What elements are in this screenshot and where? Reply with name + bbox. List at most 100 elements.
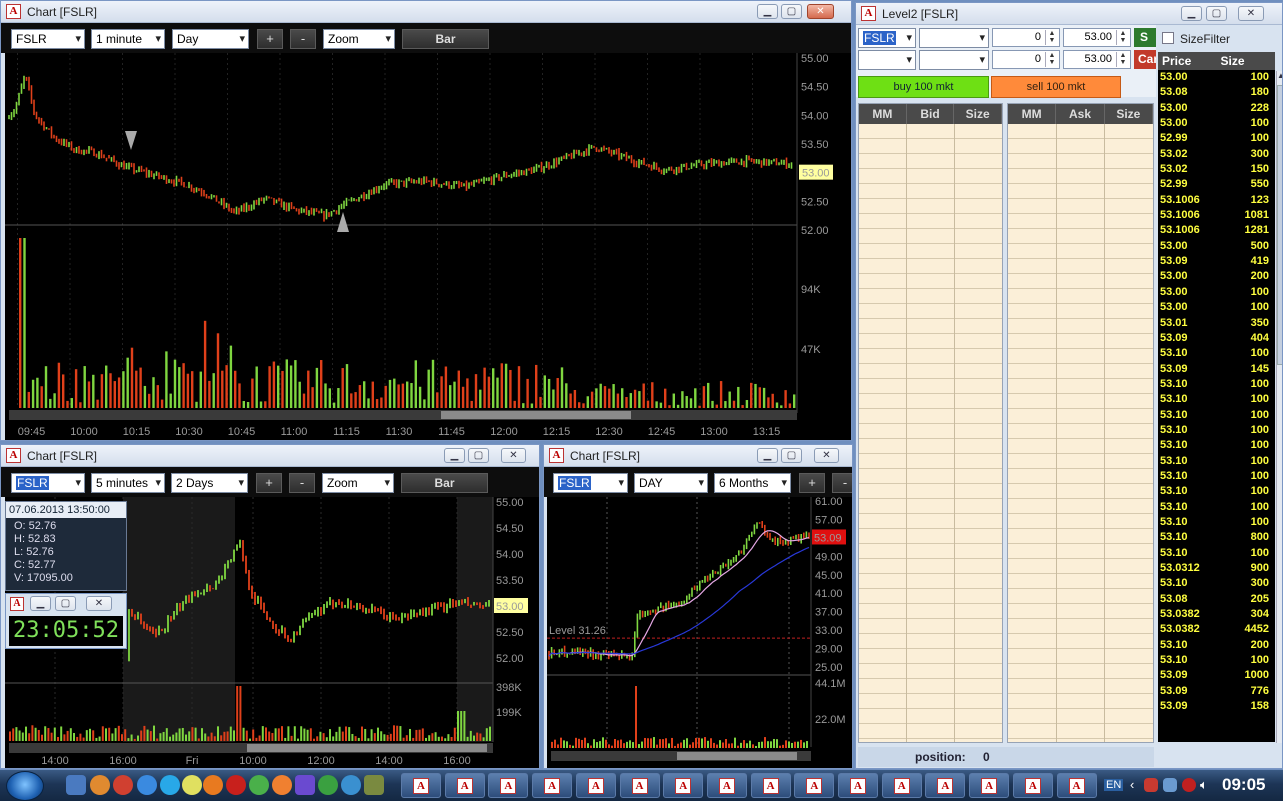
tape-row[interactable]: 53.09 404: [1158, 331, 1275, 346]
bid-rows[interactable]: [859, 124, 1002, 742]
tray-clock[interactable]: 09:05: [1222, 775, 1265, 795]
price-stepper[interactable]: 53.00 ▲ ▼: [1063, 28, 1131, 47]
level2-symbol-select[interactable]: FSLR: [858, 28, 916, 48]
tape-row[interactable]: 53.10 100: [1158, 546, 1275, 561]
tape-row[interactable]: 53.08 205: [1158, 592, 1275, 607]
ie-icon[interactable]: [137, 775, 157, 795]
tape-row[interactable]: 53.02 300: [1158, 147, 1275, 162]
taskbar-app-button[interactable]: A: [1012, 773, 1053, 798]
chart-plot-area[interactable]: 55.0054.5054.0053.5053.0052.5052.0053.00…: [5, 53, 851, 440]
tape-row[interactable]: 53.10 100: [1158, 469, 1275, 484]
bar-style-button[interactable]: Bar: [401, 473, 488, 493]
maximize-icon[interactable]: ▢: [468, 448, 489, 463]
tape-row[interactable]: 53.10 300: [1158, 576, 1275, 591]
title-bar[interactable]: A Chart [FSLR] ▁ ▢ ✕: [1, 1, 851, 23]
tape-row[interactable]: 53.09 1000: [1158, 668, 1275, 683]
zoom-select[interactable]: Zoom: [322, 473, 394, 493]
taskbar-app-button[interactable]: A: [969, 773, 1010, 798]
tape-row[interactable]: 53.1006 123: [1158, 193, 1275, 208]
tape-row[interactable]: 53.10 100: [1158, 346, 1275, 361]
title-bar[interactable]: A Chart [FSLR] ▁ ▢ ✕: [544, 445, 852, 467]
maximize-icon[interactable]: ▢: [1206, 6, 1227, 21]
tape-row[interactable]: 53.08 180: [1158, 85, 1275, 100]
chart-plot-area[interactable]: Level 31.2661.0057.0053.0049.0045.0041.0…: [547, 497, 852, 768]
taskbar-app-button[interactable]: A: [488, 773, 529, 798]
tray-network-icon[interactable]: [1163, 778, 1177, 792]
tape-row[interactable]: 53.02 150: [1158, 162, 1275, 177]
close-icon[interactable]: ✕: [86, 596, 112, 611]
close-icon[interactable]: ✕: [1238, 6, 1264, 21]
clock-widget[interactable]: A ▁ ▢ ✕ 23:05:52: [5, 593, 127, 649]
taskbar-app-button[interactable]: A: [575, 773, 616, 798]
minimize-icon[interactable]: ▁: [757, 4, 778, 19]
send-button[interactable]: S: [1134, 28, 1156, 47]
maximize-icon[interactable]: ▢: [781, 4, 802, 19]
taskbar-app-button[interactable]: A: [706, 773, 747, 798]
tape-row[interactable]: 53.01 350: [1158, 316, 1275, 331]
utorrent-icon[interactable]: [318, 775, 338, 795]
firefox-icon[interactable]: [203, 775, 223, 795]
tape-row[interactable]: 53.10 800: [1158, 530, 1275, 545]
symbol-select[interactable]: FSLR: [11, 29, 85, 49]
account-select[interactable]: [858, 50, 916, 70]
buy-market-button[interactable]: buy 100 mkt: [858, 76, 989, 98]
taskbar-app-button[interactable]: A: [619, 773, 660, 798]
taskbar-app-button[interactable]: A: [794, 773, 835, 798]
tape-row[interactable]: 53.10 100: [1158, 377, 1275, 392]
close-icon[interactable]: ✕: [501, 448, 526, 463]
zoom-in-button[interactable]: +: [256, 473, 282, 493]
tape-row[interactable]: 53.10 100: [1158, 392, 1275, 407]
type-select[interactable]: [919, 50, 989, 70]
minimize-icon[interactable]: ▁: [30, 596, 51, 611]
tape-row[interactable]: 53.00 100: [1158, 300, 1275, 315]
close-icon[interactable]: ✕: [814, 448, 839, 463]
tape-scrollbar[interactable]: ▲: [1276, 71, 1282, 743]
tape-row[interactable]: 53.09 158: [1158, 699, 1275, 714]
taskbar-app-button[interactable]: A: [1056, 773, 1097, 798]
taskbar-app-button[interactable]: A: [663, 773, 704, 798]
tape-row[interactable]: 53.10 100: [1158, 408, 1275, 423]
ask-rows[interactable]: [1008, 124, 1153, 742]
minimize-icon[interactable]: ▁: [757, 448, 778, 463]
zoom-out-button[interactable]: -: [290, 29, 316, 49]
browser-chrome-icon[interactable]: [113, 775, 133, 795]
tape-row[interactable]: 53.10 100: [1158, 653, 1275, 668]
minimize-icon[interactable]: ▁: [444, 448, 465, 463]
mail-icon[interactable]: [182, 775, 202, 795]
tray-flag-icon[interactable]: [1144, 778, 1158, 792]
tool-icon[interactable]: [295, 775, 315, 795]
maximize-icon[interactable]: ▢: [55, 596, 76, 611]
firefox-alt-icon[interactable]: [272, 775, 292, 795]
interval-select[interactable]: DAY: [634, 473, 708, 493]
quantity-stepper-2[interactable]: 0 ▲ ▼: [992, 50, 1060, 69]
taskbar-app-button[interactable]: A: [750, 773, 791, 798]
search-icon[interactable]: [341, 775, 361, 795]
app-icon[interactable]: [364, 775, 384, 795]
scroll-up-icon[interactable]: ▲: [1277, 71, 1282, 85]
start-button[interactable]: [6, 771, 44, 801]
tape-row[interactable]: 53.00 100: [1158, 70, 1275, 85]
taskbar-app-button[interactable]: A: [532, 773, 573, 798]
opera-icon[interactable]: [226, 775, 246, 795]
tape-row[interactable]: 53.1006 1081: [1158, 208, 1275, 223]
tape-row[interactable]: 53.00 100: [1158, 285, 1275, 300]
title-bar[interactable]: A Level2 [FSLR] ▁ ▢ ✕: [856, 3, 1282, 25]
tape-row[interactable]: 53.09 145: [1158, 362, 1275, 377]
interval-select[interactable]: 5 minutes: [91, 473, 165, 493]
tape-row[interactable]: 53.10 100: [1158, 500, 1275, 515]
quantity-stepper[interactable]: 0 ▲ ▼: [992, 28, 1060, 47]
title-bar[interactable]: A Chart [FSLR] ▁ ▢ ✕: [1, 445, 539, 467]
sell-market-button[interactable]: sell 100 mkt: [991, 76, 1121, 98]
bar-style-button[interactable]: Bar: [402, 29, 489, 49]
taskbar-app-button[interactable]: A: [838, 773, 878, 798]
tape-row[interactable]: 53.00 500: [1158, 239, 1275, 254]
tape-row[interactable]: 53.10 100: [1158, 423, 1275, 438]
settings-icon[interactable]: [90, 775, 110, 795]
cancel-button[interactable]: Car: [1134, 50, 1156, 69]
range-select[interactable]: 2 Days: [171, 473, 248, 493]
language-indicator[interactable]: EN: [1104, 779, 1124, 791]
tape-row[interactable]: 53.00 100: [1158, 116, 1275, 131]
taskbar-app-button[interactable]: A: [925, 773, 966, 798]
tape-row[interactable]: 52.99 100: [1158, 131, 1275, 146]
tape-row[interactable]: 53.0312 900: [1158, 561, 1275, 576]
